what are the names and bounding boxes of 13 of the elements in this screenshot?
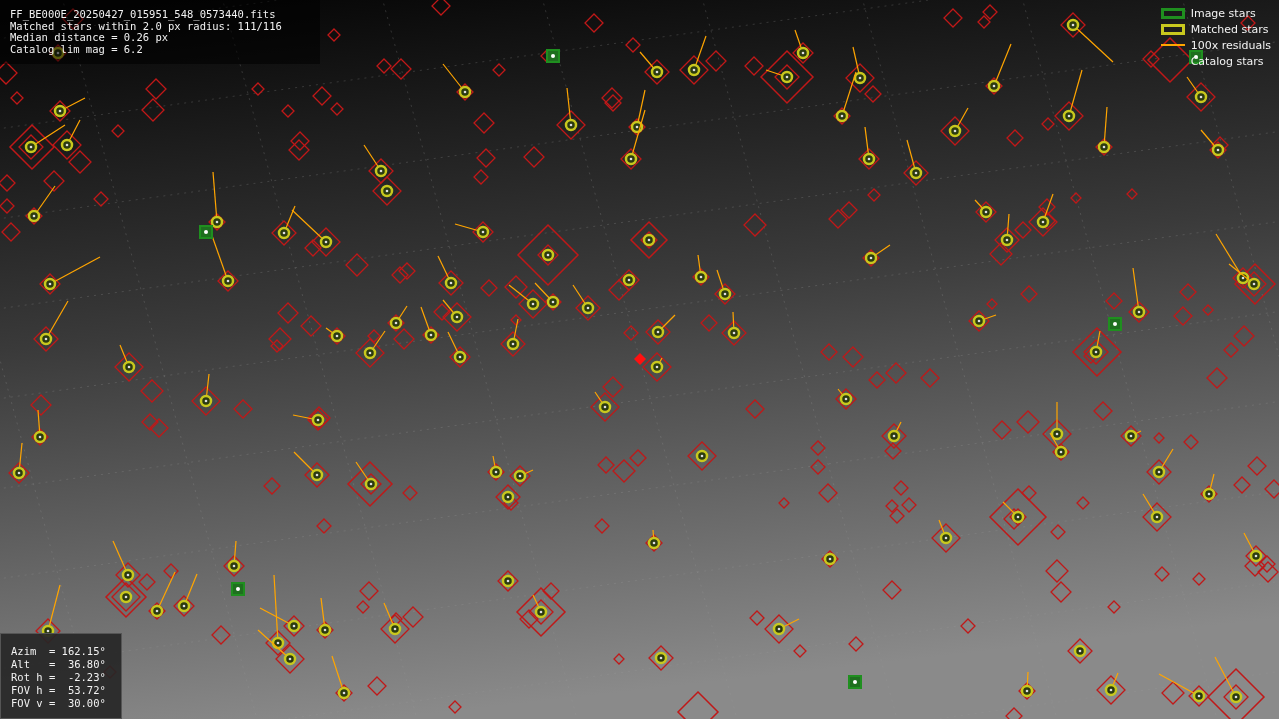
legend-label: Image stars [1190,6,1256,20]
legend-label: Matched stars [1190,22,1269,36]
legend-label: Catalog stars [1190,54,1264,68]
pointing-text: Alt = 36.80° [11,658,107,671]
pointing-text: FOV h = 53.72° [11,684,107,697]
info-text: FF_BE000E_20250427_015951_548_0573440.fits [10,9,277,21]
pointing-text: FOV v = 30.00° [11,697,107,710]
pointing-text: Rot h = -2.23° [11,671,107,684]
legend-label: 100x residuals [1190,38,1271,52]
info-text: Matched stars within 2.0 px radius: 111/116 [10,20,283,32]
info-text: Median distance = 0.26 px [10,32,169,44]
pointing-text: Azim = 162.15° [11,645,107,658]
info-text: Catalog lim mag = 6.2 [10,43,144,55]
